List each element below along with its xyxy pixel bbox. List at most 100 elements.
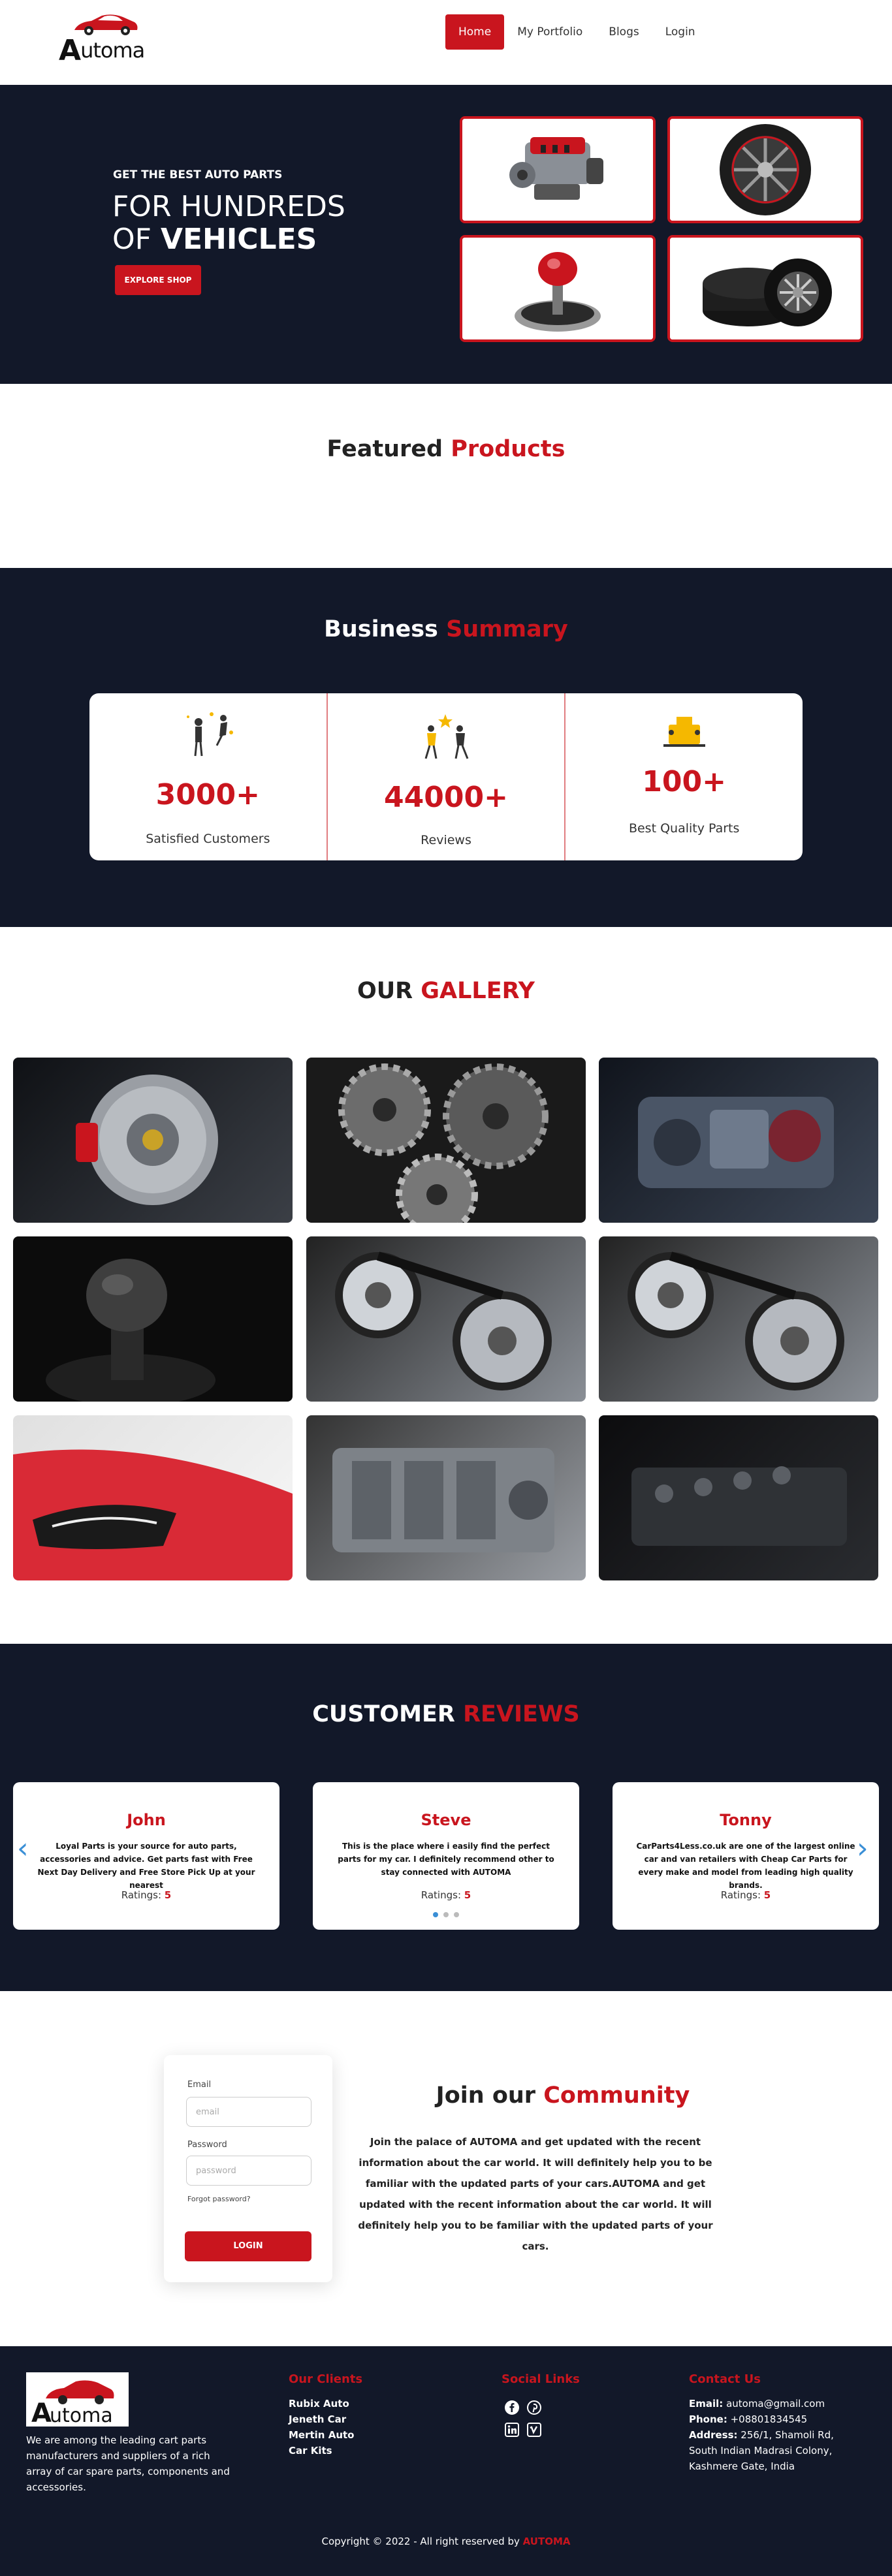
copyright-brand[interactable]: AUTOMA (523, 2536, 571, 2547)
client-link[interactable]: Rubix Auto (289, 2396, 354, 2411)
gallery-image-gear-knob[interactable] (13, 1236, 293, 1402)
review-text: Loyal Parts is your source for auto part… (37, 1842, 255, 1890)
footer-contact-info: Email: automa@gmail.com Phone: +08801834… (689, 2396, 839, 2474)
featured-title-b: Products (451, 436, 565, 462)
stat-parts: 100+ Best Quality Parts (564, 693, 803, 860)
nav-my-portfolio[interactable]: My Portfolio (504, 14, 596, 50)
nav-home[interactable]: Home (445, 14, 505, 50)
reviewer-name: John (127, 1811, 166, 1829)
footer-clients-list: Rubix Auto Jeneth Car Mertin Auto Car Ki… (289, 2396, 354, 2458)
featured-title-a: Featured (327, 436, 443, 462)
footer-car-logo-icon: A utoma (26, 2372, 129, 2428)
hero-heading: FOR HUNDREDS OF VEHICLES (112, 191, 345, 256)
engine-image (460, 116, 656, 223)
gallery-image-brake-disc[interactable] (13, 1058, 293, 1223)
pinterest-icon[interactable] (525, 2398, 543, 2417)
email-label: Email (187, 2080, 212, 2090)
contact-phone-label: Phone: (689, 2413, 727, 2425)
stat-reviews: 44000+ Reviews (326, 693, 565, 860)
logo-wordmark: Automa (59, 34, 145, 67)
carousel-next-icon[interactable]: › (857, 1834, 868, 1863)
parts-label: Best Quality Parts (628, 821, 740, 836)
contact-address: Address: 256/1, Shamoli Rd, South Indian… (689, 2427, 839, 2474)
svg-text:A: A (31, 2398, 52, 2427)
contact-phone: Phone: +08801834545 (689, 2411, 839, 2427)
gallery-image-gears[interactable] (306, 1058, 586, 1223)
hero-heading-line1: FOR HUNDREDS (112, 190, 345, 223)
gallery-image-engine-block[interactable] (306, 1415, 586, 1580)
review-card-steve: Steve This is the place where i easily f… (313, 1782, 579, 1930)
hero-heading-prefix: OF (112, 223, 161, 256)
business-title-b: Summary (446, 616, 568, 642)
gallery-title: OUR GALLERY (0, 978, 892, 1004)
business-summary-title: Business Summary (0, 616, 892, 642)
footer-contact-heading: Contact Us (689, 2372, 761, 2386)
gallery-image-engine-dark[interactable] (599, 1415, 878, 1580)
footer-logo[interactable]: A utoma (26, 2372, 129, 2428)
rating-label: Ratings: (121, 1889, 161, 1901)
business-summary-section: Business Summary 3000+ Satisfied Custome… (0, 568, 892, 927)
nav-login[interactable]: Login (652, 14, 709, 50)
contact-phone-value[interactable]: +08801834545 (731, 2413, 808, 2425)
contact-email-label: Email: (689, 2398, 724, 2410)
automa-logo[interactable]: Automa (59, 12, 145, 67)
gallery-image-engine-belt[interactable] (306, 1236, 586, 1402)
community-title-a: Join our (436, 2082, 536, 2109)
featured-products-title: Featured Products (0, 436, 892, 462)
password-label: Password (187, 2140, 227, 2150)
stats-card: 3000+ Satisfied Customers 44000+ Reviews… (89, 693, 803, 860)
nav-menu: Home My Portfolio Blogs Login (445, 14, 709, 50)
client-link[interactable]: Jeneth Car (289, 2411, 354, 2427)
review-text: This is the place where i easily find th… (338, 1842, 554, 1877)
rating-label: Ratings: (720, 1889, 761, 1901)
rating-value: 5 (164, 1889, 172, 1901)
carousel-dot[interactable] (454, 1912, 459, 1917)
business-title-a: Business (324, 616, 438, 642)
parts-illustration-icon (663, 717, 705, 747)
gear-shifter-image (460, 235, 656, 342)
carousel-dot[interactable] (433, 1912, 438, 1917)
carousel-prev-icon[interactable]: ‹ (17, 1834, 29, 1863)
reviews-label: Reviews (421, 833, 471, 847)
explore-shop-button[interactable]: EXPLORE SHOP (115, 265, 201, 295)
social-links (503, 2398, 549, 2439)
customers-count: 3000+ (155, 778, 260, 811)
client-link[interactable]: Mertin Auto (289, 2427, 354, 2443)
email-field[interactable]: email (186, 2097, 311, 2127)
stat-customers: 3000+ Satisfied Customers (89, 693, 327, 860)
footer-about-text: We are among the leading cart parts manu… (26, 2434, 230, 2493)
review-rating: Ratings: 5 (13, 1889, 279, 1901)
parts-count: 100+ (642, 765, 727, 798)
reviewer-name: Tonny (720, 1811, 772, 1829)
gallery-title-a: OUR (357, 978, 413, 1004)
facebook-icon[interactable] (503, 2398, 521, 2417)
carousel-pagination (433, 1912, 459, 1917)
forgot-password-link[interactable]: Forgot password? (187, 2195, 251, 2203)
linkedin-icon[interactable] (503, 2421, 521, 2439)
vimeo-icon[interactable] (525, 2421, 543, 2439)
site-footer: A utoma We are among the leading cart pa… (0, 2346, 892, 2576)
client-link[interactable]: Car Kits (289, 2443, 354, 2458)
gallery-image-red-car[interactable] (13, 1415, 293, 1580)
login-button[interactable]: LOGIN (185, 2231, 311, 2261)
password-field[interactable]: password (186, 2156, 311, 2186)
reviews-count: 44000+ (384, 781, 508, 814)
community-title: Join our Community (380, 2082, 746, 2109)
carousel-dot[interactable] (443, 1912, 449, 1917)
customers-illustration-icon (187, 712, 234, 757)
gallery-image-engine-belt-2[interactable] (599, 1236, 878, 1402)
copyright-prefix: Copyright © 2022 - All right reserved by (321, 2536, 520, 2547)
nav-blogs[interactable]: Blogs (596, 14, 652, 50)
community-title-b: Community (543, 2082, 690, 2109)
gallery-image-engine-detail[interactable] (599, 1058, 878, 1223)
footer-social-heading: Social Links (502, 2372, 580, 2386)
contact-email-value[interactable]: automa@gmail.com (726, 2398, 825, 2410)
rating-label: Ratings: (421, 1889, 461, 1901)
customers-label: Satisfied Customers (146, 832, 270, 846)
reviews-illustration-icon (424, 714, 469, 759)
tires-image (667, 235, 863, 342)
hero-heading-bold: VEHICLES (160, 223, 317, 256)
community-description: Join the palace of AUTOMA and get update… (358, 2136, 713, 2252)
reviews-title-b: REVIEWS (463, 1701, 580, 1727)
contact-email: Email: automa@gmail.com (689, 2396, 839, 2411)
